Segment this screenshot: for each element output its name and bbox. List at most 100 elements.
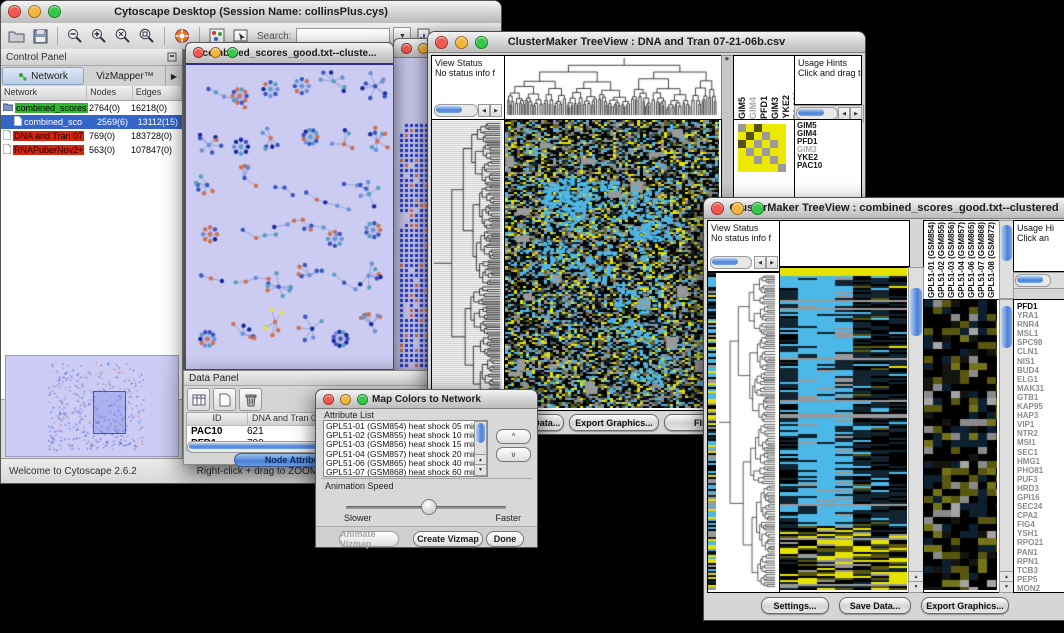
tv2-column-label[interactable]: GPL51-07 (GSM868): [977, 222, 986, 298]
tv1-status-scrollbar[interactable]: [434, 104, 478, 117]
zoom-window-icon[interactable]: [48, 5, 61, 18]
scroll-right-icon[interactable]: ▶: [490, 104, 502, 117]
tv2-hints-scrollbar[interactable]: [1015, 274, 1051, 287]
zoom-in-icon[interactable]: [88, 25, 110, 47]
birds-eye-overview[interactable]: [5, 355, 179, 457]
open-file-button[interactable]: [5, 25, 27, 47]
tv2-column-dendrogram[interactable]: [779, 220, 910, 267]
gene-label[interactable]: MSI1: [1017, 438, 1064, 447]
gene-label[interactable]: VIP1: [1017, 420, 1064, 429]
gene-label[interactable]: HAP3: [1017, 411, 1064, 420]
scroll-down-icon[interactable]: ▼: [1000, 581, 1013, 592]
gene-label[interactable]: PAN1: [1017, 548, 1064, 557]
gene-label[interactable]: YRA1: [1017, 311, 1064, 320]
network-window-titlebar[interactable]: combined_scores_good.txt--cluste...: [186, 43, 393, 64]
tv1-row-dendrogram[interactable]: [431, 119, 505, 411]
network-table-header[interactable]: Network Nodes Edges: [1, 86, 182, 101]
minimize-icon[interactable]: [731, 202, 744, 215]
gene-label[interactable]: MSL1: [1017, 329, 1064, 338]
attribute-list-scrollbar[interactable]: ▲ ▼: [474, 421, 487, 476]
tv2-column-label[interactable]: GPL51-02 (GSM855): [937, 222, 946, 298]
scroll-left-icon[interactable]: ◀: [478, 104, 490, 117]
tv2-column-label[interactable]: GPL51-06 (GSM865): [967, 222, 976, 298]
gene-label[interactable]: HRD3: [1017, 484, 1064, 493]
zoom-window-icon[interactable]: [751, 202, 764, 215]
gene-label[interactable]: CPA2: [1017, 511, 1064, 520]
gene-label[interactable]: MON2: [1017, 584, 1064, 593]
done-button[interactable]: Done: [486, 531, 524, 547]
scroll-down-icon[interactable]: ▼: [475, 464, 486, 475]
minimize-icon[interactable]: [210, 47, 221, 58]
network-table-row[interactable]: RNAPuberNov2+563(0)107847(0): [1, 143, 182, 157]
dialog-titlebar[interactable]: Map Colors to Network: [316, 390, 537, 409]
close-icon[interactable]: [323, 394, 334, 405]
main-titlebar[interactable]: Cytoscape Desktop (Session Name: collins…: [1, 1, 501, 24]
save-data-button[interactable]: Save Data...: [839, 597, 911, 614]
save-button[interactable]: [29, 25, 51, 47]
tv2-status-scrollbar[interactable]: [710, 256, 752, 269]
gene-label[interactable]: PFD1: [1017, 302, 1064, 311]
zoom-selected-icon[interactable]: [112, 25, 134, 47]
tv2-label-scrollbar[interactable]: [999, 220, 1014, 299]
tv1-column-dendrogram[interactable]: [504, 55, 722, 120]
tv2-heatmap-scrollbar[interactable]: ▲ ▼: [908, 267, 924, 593]
tv2-heatmap[interactable]: [779, 267, 910, 593]
gene-label[interactable]: SPC98: [1017, 338, 1064, 347]
tv2-column-label[interactable]: GPL51-03 (GSM856): [947, 222, 956, 298]
gene-label[interactable]: RPO21: [1017, 538, 1064, 547]
settings-button[interactable]: Settings...: [761, 597, 829, 614]
move-up-button[interactable]: ^: [496, 429, 531, 444]
gene-label[interactable]: BUD4: [1017, 366, 1064, 375]
gene-label[interactable]: MAK31: [1017, 384, 1064, 393]
new-attribute-icon[interactable]: [213, 388, 236, 411]
tv1-column-label[interactable]: GIM3: [770, 97, 780, 119]
gene-label[interactable]: GPI16: [1017, 493, 1064, 502]
tv1-column-label[interactable]: PFD1: [759, 96, 769, 119]
tv1-column-label[interactable]: GIM5: [737, 97, 747, 119]
attribute-list[interactable]: GPL51-01 (GSM854) heat shock 05 minGPL51…: [323, 420, 488, 477]
tv1-column-label[interactable]: GIM4: [748, 97, 758, 119]
tv1-row-label[interactable]: PAC10: [797, 162, 861, 170]
tab-vizmapper[interactable]: VizMapper™: [85, 66, 166, 86]
gene-label[interactable]: PUF3: [1017, 475, 1064, 484]
tv2-secondary-heatmap[interactable]: [923, 299, 1000, 593]
gene-label[interactable]: YSH1: [1017, 529, 1064, 538]
tab-overflow-icon[interactable]: ▶: [166, 66, 182, 86]
zoom-fit-icon[interactable]: [136, 25, 158, 47]
speed-slider-thumb[interactable]: [421, 499, 437, 515]
gene-label[interactable]: FIG4: [1017, 520, 1064, 529]
close-icon[interactable]: [711, 202, 724, 215]
gene-label[interactable]: KAP95: [1017, 402, 1064, 411]
tv2-column-label[interactable]: GPL51-04 (GSM857): [957, 222, 966, 298]
tab-network[interactable]: Network: [2, 67, 84, 85]
network-table-row[interactable]: combined_sco2569(6)13112(15): [1, 115, 182, 129]
gene-label[interactable]: NIS1: [1017, 357, 1064, 366]
gene-label[interactable]: PEP5: [1017, 575, 1064, 584]
delete-attribute-icon[interactable]: [239, 388, 262, 411]
tv2-column-label[interactable]: GPL51-01 (GSM854): [927, 222, 936, 298]
minimize-icon[interactable]: [340, 394, 351, 405]
minimize-icon[interactable]: [28, 5, 41, 18]
float-panel-icon[interactable]: [167, 52, 177, 62]
scroll-right-icon[interactable]: ▶: [766, 256, 778, 269]
gene-label[interactable]: HMG1: [1017, 457, 1064, 466]
close-icon[interactable]: [8, 5, 21, 18]
tv1-mini-heatmap[interactable]: [738, 124, 786, 172]
zoom-out-icon[interactable]: [64, 25, 86, 47]
export-graphics-button[interactable]: Export Graphics...: [569, 414, 659, 431]
gene-label[interactable]: GTB1: [1017, 393, 1064, 402]
minimize-icon[interactable]: [455, 36, 468, 49]
tv1-column-label[interactable]: YKE2: [781, 95, 791, 119]
overview-viewport-rect[interactable]: [93, 391, 126, 434]
gene-label[interactable]: SEC1: [1017, 448, 1064, 457]
gene-label[interactable]: NTR2: [1017, 429, 1064, 438]
gene-label[interactable]: RPN1: [1017, 557, 1064, 566]
create-vizmap-button[interactable]: Create Vizmap: [413, 531, 483, 547]
gene-label[interactable]: ELG1: [1017, 375, 1064, 384]
tv2-row-dendrogram[interactable]: [707, 272, 780, 593]
gene-label[interactable]: RNR4: [1017, 320, 1064, 329]
gene-label[interactable]: PHO81: [1017, 466, 1064, 475]
treeview1-titlebar[interactable]: ClusterMaker TreeView : DNA and Tran 07-…: [428, 32, 865, 53]
tv1-heatmap[interactable]: [504, 119, 722, 411]
tv2-column-label[interactable]: GPL51-08 (GSM872): [987, 222, 996, 298]
